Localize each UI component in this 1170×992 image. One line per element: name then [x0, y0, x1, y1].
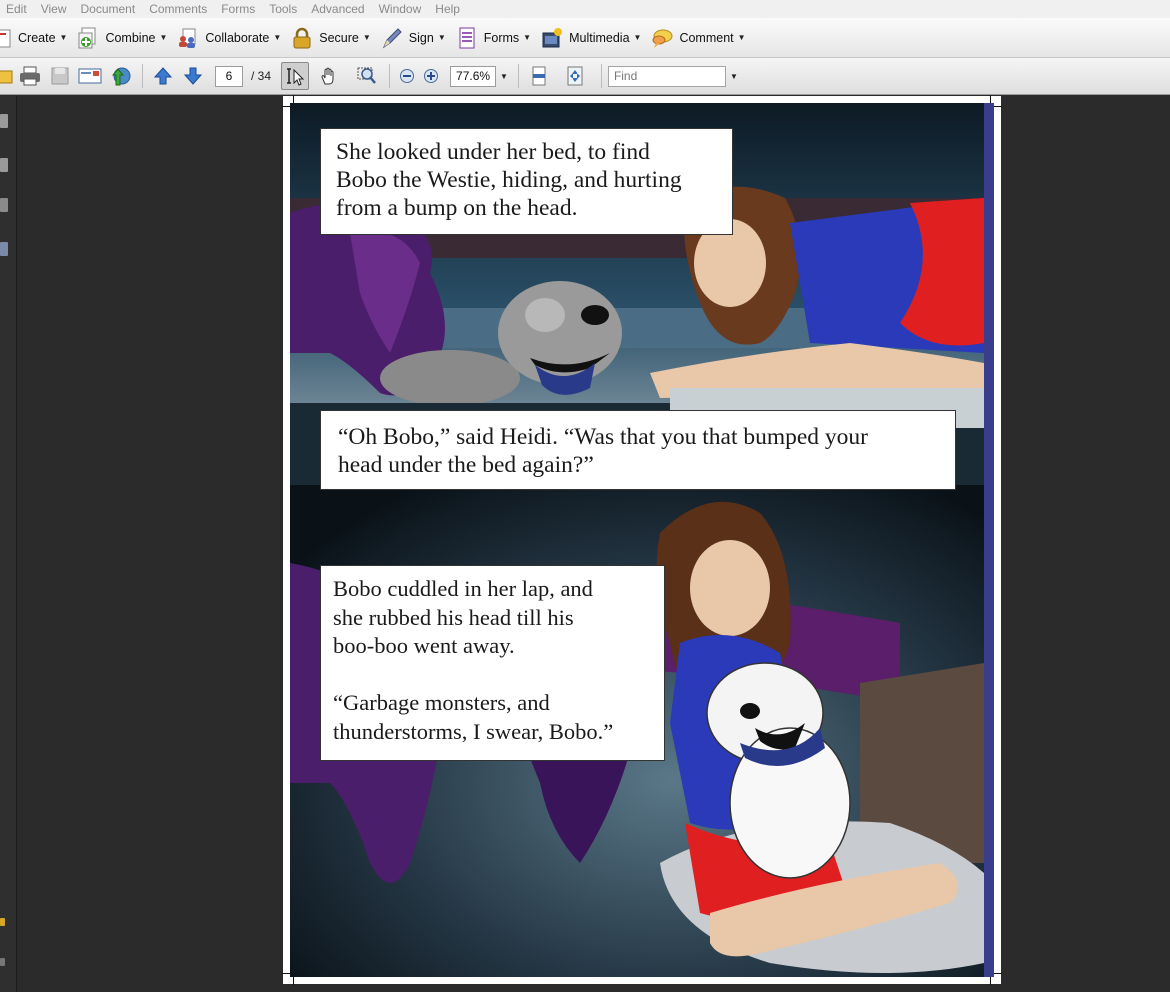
signatures-panel-icon[interactable]	[0, 198, 8, 212]
menu-view[interactable]: View	[41, 2, 67, 16]
zoom-dropdown-icon[interactable]: ▼	[500, 72, 508, 81]
toolbar-separator	[389, 64, 391, 88]
page-number-input[interactable]: 6	[215, 65, 243, 87]
toolbar-separator	[142, 64, 143, 88]
select-tool-button[interactable]	[281, 62, 310, 90]
save-button[interactable]	[46, 62, 74, 90]
menu-bar: Edit View Document Comments Forms Tools …	[0, 0, 1170, 18]
navigation-toolbar: 6 / 34 77.6% ▼ Find ▼	[0, 58, 1170, 95]
text-cursor-icon	[287, 68, 305, 86]
secure-label: Secure	[319, 30, 359, 45]
zoom-marquee-icon	[357, 67, 376, 84]
arrow-down-icon	[183, 67, 203, 85]
pen-icon	[381, 27, 403, 49]
forms-button[interactable]: Forms ▼	[452, 23, 537, 53]
open-button[interactable]	[0, 62, 14, 90]
menu-tools[interactable]: Tools	[269, 2, 297, 16]
collaborate-label: Collaborate	[205, 30, 270, 45]
caption-box-3: Bobo cuddled in her lap, and she rubbed …	[320, 565, 665, 761]
chevron-down-icon: ▼	[523, 33, 532, 42]
bookmarks-panel-icon[interactable]	[0, 158, 8, 172]
find-dropdown-icon[interactable]: ▼	[730, 72, 738, 81]
task-toolbar: Create ▼ Combine ▼ Collaborate ▼ Secure …	[0, 18, 1170, 58]
combine-icon	[77, 27, 99, 49]
sign-label: Sign	[408, 30, 434, 45]
globe-upload-icon	[111, 67, 131, 86]
film-icon	[541, 27, 563, 49]
zoom-in-icon	[424, 69, 439, 83]
menu-document[interactable]: Document	[80, 2, 135, 16]
multimedia-button[interactable]: Multimedia ▼	[537, 23, 647, 53]
collaborate-icon	[177, 27, 199, 49]
chevron-down-icon: ▼	[362, 33, 371, 42]
collaborate-share-button[interactable]	[106, 62, 134, 90]
previous-page-button[interactable]	[149, 62, 177, 90]
combine-label: Combine	[105, 30, 156, 45]
menu-edit[interactable]: Edit	[6, 2, 27, 16]
print-button[interactable]	[16, 62, 44, 90]
pdf-page: She looked under her bed, to find Bobo t…	[282, 95, 1002, 985]
comment-panel-icon[interactable]	[0, 918, 5, 926]
caption-box-2: “Oh Bobo,” said Heidi. “Was that you tha…	[320, 410, 956, 490]
menu-window[interactable]: Window	[379, 2, 422, 16]
sign-button[interactable]: Sign ▼	[377, 23, 452, 53]
create-label: Create	[18, 30, 56, 45]
comment-label: Comment	[679, 30, 734, 45]
chevron-down-icon: ▼	[437, 33, 446, 42]
chevron-down-icon: ▼	[159, 33, 168, 42]
hand-tool-button[interactable]	[315, 62, 343, 90]
find-input[interactable]: Find	[607, 65, 726, 87]
fit-page-button[interactable]	[561, 62, 589, 90]
menu-advanced[interactable]: Advanced	[311, 2, 364, 16]
help-icon[interactable]	[0, 958, 5, 966]
toolbar-separator	[517, 64, 519, 88]
chevron-down-icon: ▼	[633, 33, 642, 42]
folder-icon	[0, 70, 13, 84]
secure-button[interactable]: Secure ▼	[287, 23, 377, 53]
menu-forms[interactable]: Forms	[221, 2, 255, 16]
form-icon	[456, 27, 478, 49]
caption-box-1: She looked under her bed, to find Bobo t…	[320, 128, 733, 235]
zoom-level-input[interactable]: 77.6%	[450, 65, 497, 87]
zoom-out-icon	[400, 69, 415, 83]
fit-page-icon	[567, 66, 583, 86]
email-button[interactable]	[76, 62, 104, 90]
printer-icon	[20, 66, 40, 86]
multimedia-label: Multimedia	[569, 30, 630, 45]
chevron-down-icon: ▼	[737, 33, 746, 42]
hand-icon	[321, 67, 334, 85]
disk-icon	[51, 67, 69, 85]
attachments-panel-icon[interactable]	[0, 242, 8, 256]
menu-help[interactable]: Help	[435, 2, 460, 16]
envelope-icon	[78, 68, 102, 84]
scrolling-mode-button[interactable]	[525, 62, 553, 90]
document-view[interactable]: She looked under her bed, to find Bobo t…	[17, 95, 1170, 992]
zoom-out-button[interactable]	[396, 62, 418, 90]
marquee-zoom-button[interactable]	[353, 62, 381, 90]
menu-comments[interactable]: Comments	[149, 2, 207, 16]
create-icon	[0, 27, 12, 49]
pages-panel-icon[interactable]	[0, 114, 8, 128]
page-scroll-icon	[532, 66, 546, 86]
comic-illustration: She looked under her bed, to find Bobo t…	[290, 103, 994, 977]
combine-button[interactable]: Combine ▼	[73, 23, 173, 53]
acrobat-window: Edit View Document Comments Forms Tools …	[0, 0, 1170, 992]
zoom-in-button[interactable]	[420, 62, 442, 90]
comment-button[interactable]: Comment ▼	[647, 23, 751, 53]
speech-bubble-icon	[651, 27, 673, 49]
navigation-pane	[0, 96, 17, 992]
forms-label: Forms	[483, 30, 520, 45]
lock-icon	[291, 27, 313, 49]
create-button[interactable]: Create ▼	[0, 23, 73, 53]
page-count: / 34	[251, 69, 272, 83]
next-page-button[interactable]	[179, 62, 207, 90]
chevron-down-icon: ▼	[273, 33, 282, 42]
arrow-up-icon	[153, 67, 173, 85]
collaborate-button[interactable]: Collaborate ▼	[173, 23, 287, 53]
toolbar-separator	[600, 64, 602, 88]
chevron-down-icon: ▼	[59, 33, 68, 42]
